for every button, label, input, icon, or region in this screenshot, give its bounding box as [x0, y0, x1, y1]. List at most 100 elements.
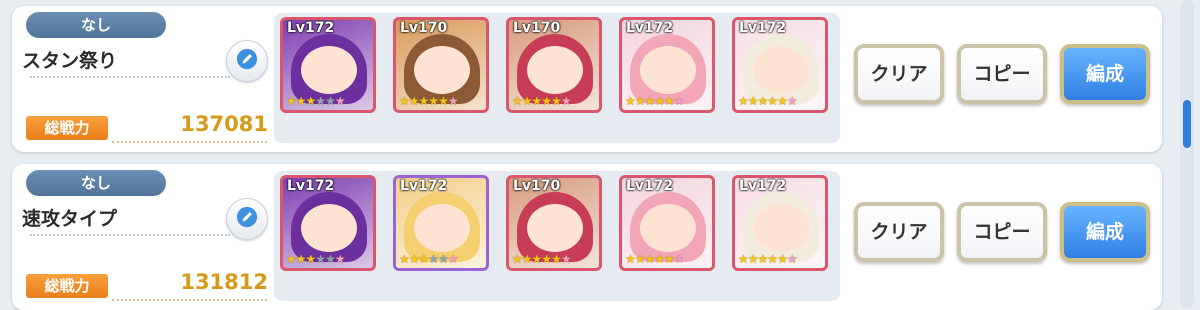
star-icon: ★	[295, 94, 307, 108]
star-icon: ★	[747, 94, 759, 108]
unit-slot-3[interactable]: Lv170 ★★★★★★	[506, 17, 602, 113]
unit-level: Lv170	[513, 20, 561, 36]
pencil-icon	[236, 48, 258, 74]
unit-list: Lv172 ★★★★★★ Lv172 ★★★★★★ Lv170 ★★★★★★ Lv17…	[274, 171, 840, 301]
star-icon: ★	[777, 94, 788, 108]
star-icon: ★	[334, 252, 346, 266]
unit-level: Lv172	[287, 178, 335, 194]
star-rating: ★★★★★★	[738, 94, 798, 108]
unit-face	[640, 204, 696, 252]
unit-list: Lv172 ★★★★★★ Lv170 ★★★★★★ Lv170 ★★★★★★ Lv17…	[274, 13, 840, 143]
unit-face	[527, 46, 583, 94]
star-icon: ★	[325, 252, 336, 266]
unit-slot-2[interactable]: Lv170 ★★★★★★	[393, 17, 489, 113]
star-icon: ★	[634, 94, 646, 108]
unit-slot-5[interactable]: Lv172 ★★★★★★	[732, 17, 828, 113]
unit-slot-5[interactable]: Lv172 ★★★★★★	[732, 175, 828, 271]
star-icon: ★	[438, 252, 449, 266]
star-icon: ★	[757, 252, 769, 266]
edit-name-button[interactable]	[226, 198, 268, 240]
total-power-label: 総戦力	[26, 274, 108, 298]
star-rating: ★★★★★★	[286, 252, 346, 266]
star-icon: ★	[625, 94, 636, 108]
star-rating: ★★★★★★	[625, 94, 685, 108]
unit-level: Lv172	[626, 178, 674, 194]
total-power-value: 131812	[180, 270, 268, 294]
star-icon: ★	[786, 94, 798, 108]
star-icon: ★	[521, 94, 533, 108]
star-icon: ★	[428, 94, 439, 108]
unit-face	[640, 46, 696, 94]
star-icon: ★	[399, 94, 410, 108]
star-icon: ★	[305, 252, 317, 266]
unit-slot-4[interactable]: Lv172 ★★★★★★	[619, 17, 715, 113]
clear-button[interactable]: クリア	[854, 202, 944, 262]
party-tag: なし	[26, 12, 166, 38]
scrollbar-track[interactable]	[1180, 0, 1194, 308]
star-icon: ★	[512, 252, 523, 266]
star-icon: ★	[315, 94, 326, 108]
star-icon: ★	[654, 94, 665, 108]
unit-level: Lv170	[400, 20, 448, 36]
star-icon: ★	[399, 252, 410, 266]
star-icon: ★	[295, 252, 307, 266]
star-icon: ★	[315, 252, 326, 266]
scrollbar-thumb[interactable]	[1183, 100, 1191, 148]
unit-slot-2[interactable]: Lv172 ★★★★★★	[393, 175, 489, 271]
star-icon: ★	[408, 252, 420, 266]
pencil-icon	[236, 206, 258, 232]
unit-face	[753, 46, 809, 94]
star-icon: ★	[767, 252, 778, 266]
unit-face	[414, 46, 470, 94]
clear-button[interactable]: クリア	[854, 44, 944, 104]
unit-slot-1[interactable]: Lv172 ★★★★★★	[280, 175, 376, 271]
edit-name-button[interactable]	[226, 40, 268, 82]
star-icon: ★	[541, 252, 552, 266]
unit-slot-3[interactable]: Lv170 ★★★★★★	[506, 175, 602, 271]
star-icon: ★	[447, 252, 459, 266]
edit-party-button[interactable]: 編成	[1060, 202, 1150, 262]
star-icon: ★	[560, 94, 572, 108]
party-card-2: なし 速攻タイプ 総戦力 131812 Lv172 ★★★★★★ Lv172 ★★★…	[12, 164, 1162, 310]
star-icon: ★	[738, 94, 749, 108]
copy-button[interactable]: コピー	[957, 202, 1047, 262]
unit-face	[753, 204, 809, 252]
star-icon: ★	[512, 94, 523, 108]
star-icon: ★	[541, 94, 552, 108]
star-icon: ★	[644, 94, 656, 108]
power-underline	[112, 299, 267, 301]
copy-button[interactable]: コピー	[957, 44, 1047, 104]
star-icon: ★	[531, 94, 543, 108]
star-rating: ★★★★★★	[512, 94, 572, 108]
party-name: 速攻タイプ	[22, 208, 118, 230]
star-rating: ★★★★★★	[625, 252, 685, 266]
star-icon: ★	[673, 94, 685, 108]
star-icon: ★	[286, 94, 297, 108]
star-icon: ★	[447, 94, 459, 108]
star-icon: ★	[418, 94, 430, 108]
unit-face	[301, 204, 357, 252]
star-icon: ★	[654, 252, 665, 266]
star-icon: ★	[634, 252, 646, 266]
star-icon: ★	[325, 94, 336, 108]
star-icon: ★	[625, 252, 636, 266]
party-tag: なし	[26, 170, 166, 196]
star-icon: ★	[664, 94, 675, 108]
star-icon: ★	[551, 94, 562, 108]
unit-level: Lv172	[626, 20, 674, 36]
star-icon: ★	[664, 252, 675, 266]
unit-level: Lv172	[287, 20, 335, 36]
unit-slot-4[interactable]: Lv172 ★★★★★★	[619, 175, 715, 271]
name-underline	[30, 76, 230, 78]
unit-level: Lv172	[400, 178, 448, 194]
party-name: スタン祭り	[22, 50, 118, 72]
unit-slot-1[interactable]: Lv172 ★★★★★★	[280, 17, 376, 113]
star-icon: ★	[305, 94, 317, 108]
party-card-1: なし スタン祭り 総戦力 137081 Lv172 ★★★★★★ Lv170 ★★★…	[12, 6, 1162, 152]
star-icon: ★	[408, 94, 420, 108]
unit-level: Lv170	[513, 178, 561, 194]
edit-party-button[interactable]: 編成	[1060, 44, 1150, 104]
star-rating: ★★★★★★	[286, 94, 346, 108]
power-underline	[112, 141, 267, 143]
star-icon: ★	[418, 252, 430, 266]
